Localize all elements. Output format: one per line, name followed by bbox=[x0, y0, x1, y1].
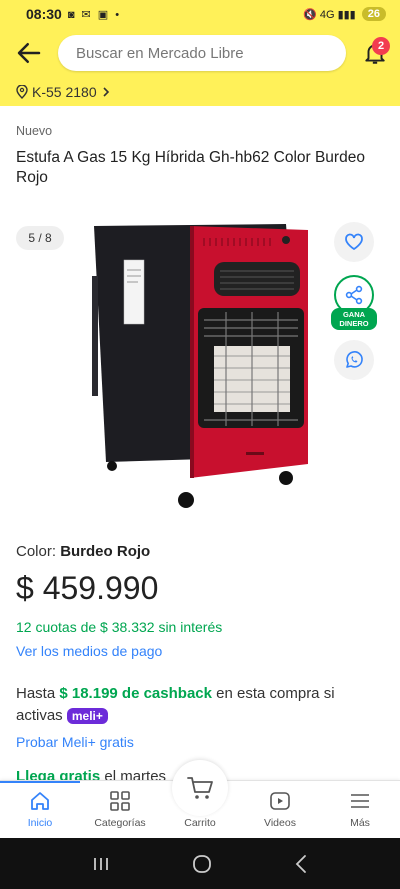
product-image[interactable] bbox=[86, 216, 316, 512]
cart-button[interactable] bbox=[172, 760, 228, 816]
cashback-text: Hasta $ 18.199 de cashback en esta compr… bbox=[16, 685, 335, 725]
status-right: 🔇 4G ▮▮▮ 26 bbox=[303, 7, 386, 21]
chevron-right-icon bbox=[103, 87, 109, 97]
recent-apps-icon[interactable] bbox=[91, 856, 111, 872]
image-counter: 5 / 8 bbox=[16, 226, 64, 250]
product-price: $ 459.990 bbox=[16, 570, 159, 606]
location-pin-icon bbox=[16, 85, 28, 99]
home-button-icon[interactable] bbox=[192, 854, 212, 874]
notifications-badge: 2 bbox=[372, 37, 390, 55]
tab-categorias[interactable]: Categorías bbox=[80, 781, 160, 838]
status-time: 08:30 bbox=[26, 6, 62, 22]
meli-plus-badge: meli+ bbox=[66, 708, 108, 725]
try-meli-link[interactable]: Probar Meli+ gratis bbox=[16, 734, 134, 750]
cart-icon bbox=[187, 777, 213, 799]
color-selector[interactable]: Color: Burdeo Rojo bbox=[16, 543, 150, 560]
tab-mas[interactable]: Más bbox=[320, 781, 400, 838]
play-icon bbox=[270, 792, 290, 810]
earn-money-badge: GANA DINERO bbox=[331, 308, 377, 330]
tab-videos[interactable]: Videos bbox=[240, 781, 320, 838]
product-title: Estufa A Gas 15 Kg Híbrida Gh-hb62 Color… bbox=[16, 149, 365, 186]
heart-icon bbox=[345, 233, 363, 251]
tab-inicio[interactable]: Inicio bbox=[0, 781, 80, 838]
payment-methods-link[interactable]: Ver los medios de pago bbox=[16, 643, 162, 659]
back-nav-icon[interactable] bbox=[293, 854, 309, 874]
app-header: Buscar en Mercado Libre 2 K-55 2180 bbox=[0, 28, 400, 106]
favorite-button[interactable] bbox=[334, 222, 374, 262]
grid-icon bbox=[110, 791, 130, 811]
product-condition: Nuevo bbox=[16, 124, 53, 138]
installments-text: 12 cuotas de $ 38.332 sin interés bbox=[16, 619, 223, 635]
search-placeholder: Buscar en Mercado Libre bbox=[76, 44, 244, 62]
home-icon bbox=[31, 792, 49, 810]
battery-icon: 26 bbox=[361, 7, 386, 21]
whatsapp-icon bbox=[346, 351, 363, 368]
back-arrow-icon[interactable] bbox=[14, 38, 44, 68]
menu-icon bbox=[351, 794, 369, 808]
status-bar: 08:30 ◙ ✉ ▣ • 🔇 4G ▮▮▮ 26 bbox=[0, 0, 400, 28]
delivery-address[interactable]: K-55 2180 bbox=[16, 84, 111, 100]
whatsapp-button[interactable] bbox=[334, 340, 374, 380]
signal-icon: 🔇 4G ▮▮▮ bbox=[303, 8, 356, 21]
share-icon bbox=[345, 285, 363, 305]
search-input[interactable]: Buscar en Mercado Libre bbox=[58, 35, 346, 71]
address-text: K-55 2180 bbox=[32, 84, 97, 100]
notification-icons: ◙ ✉ ▣ • bbox=[67, 8, 122, 21]
color-value: Burdeo Rojo bbox=[60, 543, 151, 560]
cashback-amount: $ 18.199 de cashback bbox=[59, 685, 212, 702]
system-nav-bar bbox=[0, 838, 400, 889]
color-label: Color: bbox=[16, 543, 61, 560]
